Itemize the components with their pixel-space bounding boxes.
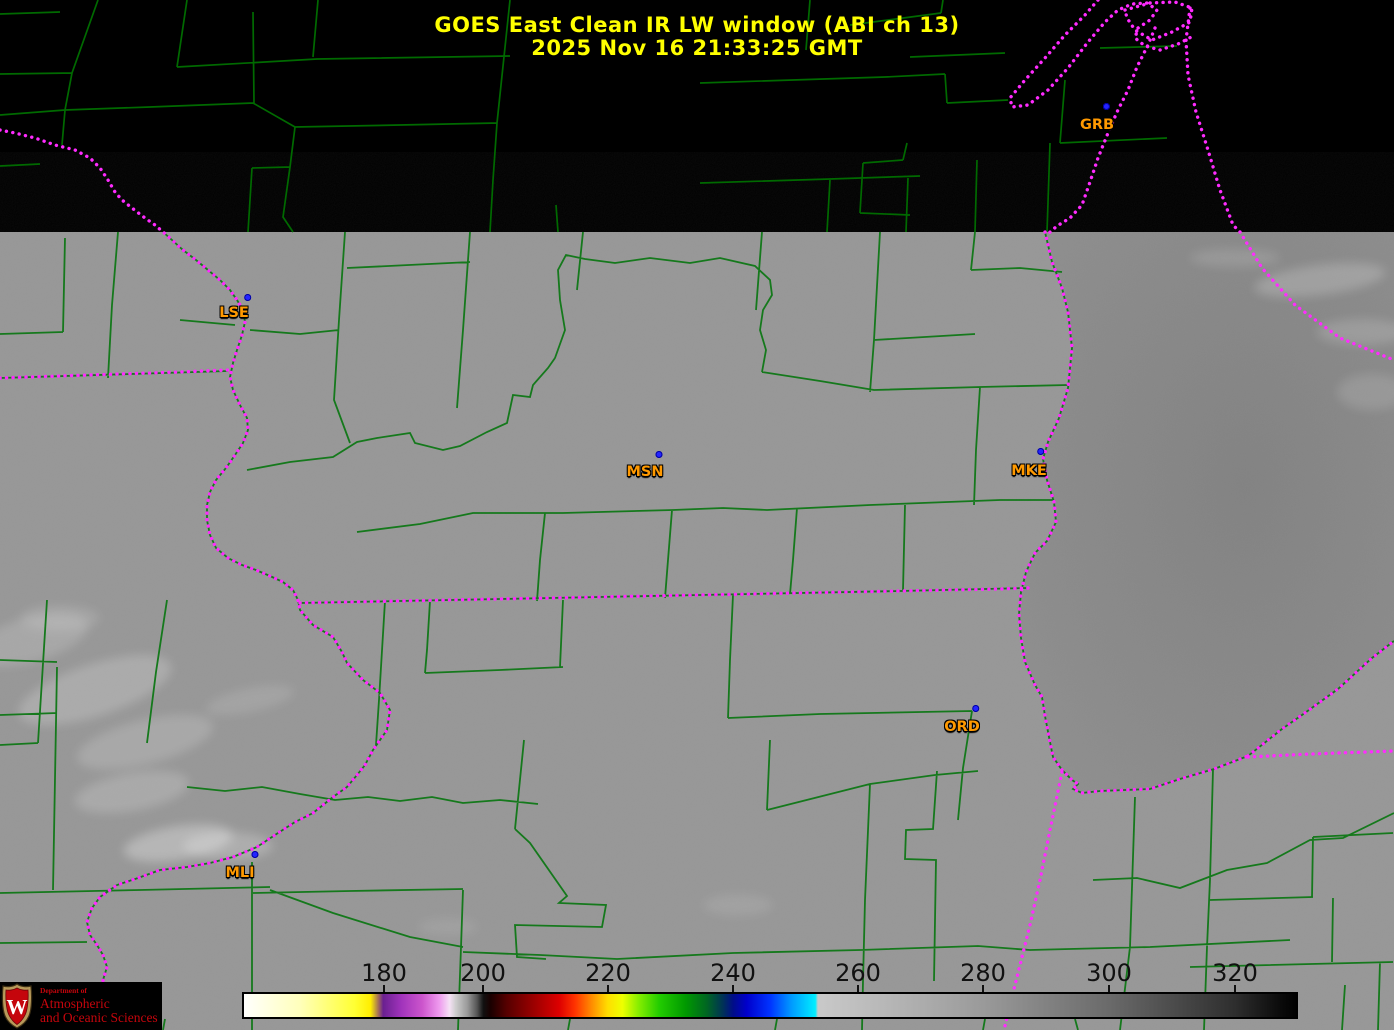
image-timestamp: 2025 Nov 16 21:33:25 GMT	[531, 36, 863, 60]
svg-text:W: W	[7, 995, 28, 1019]
station-label-ord: ORD	[944, 705, 980, 735]
logo-dept-line: Department of	[40, 985, 87, 995]
colorbar	[242, 992, 1298, 1019]
image-noise	[0, 232, 1394, 1030]
logo-line2: and Oceanic Sciences	[40, 1009, 158, 1025]
aos-logo: W Department of Atmospheric and Oceanic …	[0, 982, 162, 1030]
colorbar-tick-label: 220	[585, 959, 631, 987]
image-title-block: GOES East Clean IR LW window (ABI ch 13)…	[0, 14, 1394, 60]
station-label-grb: GRB	[1080, 103, 1114, 133]
uw-crest-icon: W	[1, 983, 33, 1029]
satellite-map: 180 200 220 240 260 280 300 320	[0, 0, 1394, 1030]
station-dot-lse	[244, 294, 251, 301]
image-title: GOES East Clean IR LW window (ABI ch 13)	[434, 13, 960, 37]
station-dot-ord	[972, 705, 979, 712]
station-dot-mke	[1036, 448, 1044, 455]
station-dot-grb	[1103, 103, 1110, 110]
colorbar-tick-label: 240	[710, 959, 756, 987]
logo-line1: Atmospheric	[40, 995, 110, 1011]
station-label-mli: MLI	[225, 851, 258, 881]
colorbar-tick-label: 200	[460, 959, 506, 987]
colorbar-tick-label: 320	[1212, 959, 1258, 987]
aos-logo-text: Department of Atmospheric and Oceanic Sc…	[40, 987, 158, 1025]
colorbar-tick-label: 180	[361, 959, 407, 987]
station-label-mke: MKE	[1011, 448, 1047, 479]
colorbar-tick-label: 280	[960, 959, 1006, 987]
station-dot-mli	[250, 851, 258, 858]
station-label-msn: MSN	[626, 451, 664, 480]
station-label-lse: LSE	[219, 294, 251, 321]
satellite-image-viewer: 180 200 220 240 260 280 300 320 GOES East Clean…	[0, 0, 1394, 1030]
colorbar-tick-label: 260	[835, 959, 881, 987]
colorbar-tick-label: 300	[1086, 959, 1132, 987]
station-dot-msn	[654, 451, 662, 458]
